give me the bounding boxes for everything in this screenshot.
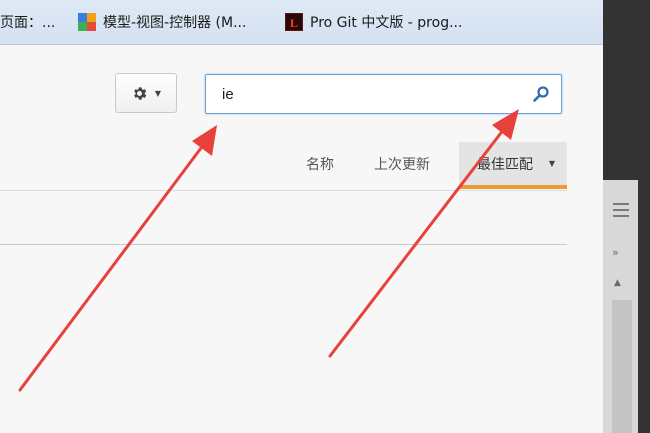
scrollbar-thumb[interactable] <box>612 300 632 433</box>
double-chevron-right-icon[interactable]: » <box>612 246 619 259</box>
scroll-up-icon[interactable]: ▲ <box>614 278 621 288</box>
bookmark-label: Pro Git 中文版 - prog... <box>310 15 463 31</box>
bookmarks-bar: 页面：... 模型-视图-控制器 (M... L Pro Git 中文版 - p… <box>0 0 603 45</box>
chevron-down-icon: ▼ <box>548 159 555 168</box>
bookmark-item-progit[interactable]: L Pro Git 中文版 - prog... <box>285 0 462 44</box>
sort-by-last-updated[interactable]: 上次更新 <box>374 154 430 174</box>
sort-by-best-match[interactable]: 最佳匹配 ▼ <box>459 142 567 189</box>
bookmark-item-mvc[interactable]: 模型-视图-控制器 (M... <box>78 0 246 44</box>
sort-best-match-label: 最佳匹配 <box>477 157 533 173</box>
search-icon[interactable] <box>531 84 551 104</box>
bookmark-label: 页面：... <box>0 15 56 31</box>
hamburger-menu-icon[interactable] <box>603 190 638 230</box>
divider <box>0 244 567 245</box>
settings-button[interactable]: ▼ <box>115 73 177 113</box>
search-input[interactable] <box>206 75 522 113</box>
bookmark-item-page[interactable]: 页面：... <box>0 0 55 44</box>
main-content: ▼ 名称 上次更新 最佳匹配 ▼ <box>0 45 603 433</box>
sort-bar: 名称 上次更新 最佳匹配 ▼ <box>0 140 603 189</box>
divider <box>0 190 567 191</box>
gear-icon <box>134 86 147 100</box>
sort-by-name[interactable]: 名称 <box>306 154 334 174</box>
bookmark-label: 模型-视图-控制器 (M... <box>103 15 247 31</box>
colorful-grid-icon <box>78 13 96 31</box>
search-field[interactable] <box>205 74 562 114</box>
active-sort-indicator <box>459 185 567 189</box>
progit-logo-icon: L <box>285 13 303 31</box>
chevron-down-icon: ▼ <box>154 88 162 98</box>
